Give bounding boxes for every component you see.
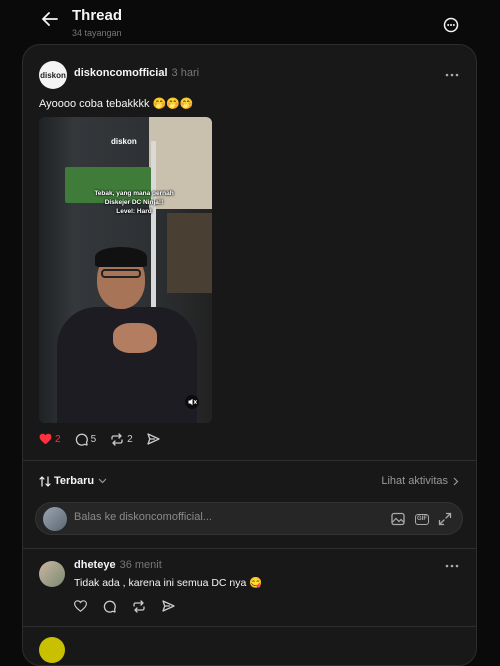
reply-input[interactable] <box>74 511 374 523</box>
repost-button[interactable]: 2 <box>110 432 133 446</box>
sort-icon <box>39 475 51 487</box>
heart-icon[interactable] <box>74 600 87 612</box>
post-text: Ayoooo coba tebakkkk 🤭🤭🤭 <box>39 98 194 110</box>
comment-icon[interactable] <box>103 600 116 613</box>
comment-icon <box>75 433 88 446</box>
video-shelves <box>167 213 212 293</box>
post-username-label: diskoncomofficial <box>74 67 168 79</box>
top-bar: Thread 34 tayangan <box>0 0 500 44</box>
view-count: 34 tayangan <box>72 28 122 38</box>
chevron-down-icon <box>98 478 107 484</box>
expand-icon[interactable] <box>437 511 453 527</box>
video-person-hands <box>113 323 157 353</box>
send-icon <box>147 433 160 445</box>
sort-label: Terbaru <box>54 475 95 487</box>
video-person-cap <box>95 247 147 267</box>
comment-actions <box>74 600 191 613</box>
view-activity-link[interactable]: Lihat aktivitas <box>381 475 459 487</box>
avatar-logo-text: diskon <box>40 70 66 80</box>
comment-username[interactable]: dheteye 36 menit <box>74 559 162 571</box>
post-actions: 2 5 2 <box>39 431 177 447</box>
post-video[interactable]: diskon Tebak, yang mana pernah Diskejer … <box>39 117 212 423</box>
user-avatar <box>43 507 67 531</box>
video-watermark: diskon <box>111 137 137 146</box>
comment-text: Tidak ada , karena ini semua DC nya 😋 <box>74 577 263 589</box>
post-time: 3 hari <box>171 67 200 79</box>
image-icon[interactable] <box>390 511 406 527</box>
overlay-line-2: Diskejer DC Ninja!! <box>104 199 164 206</box>
like-button[interactable]: 2 <box>39 433 61 445</box>
chevron-right-icon <box>453 477 459 485</box>
repost-icon <box>111 432 123 446</box>
comment-more-icon[interactable] <box>443 560 461 572</box>
divider <box>23 626 476 627</box>
comment-avatar[interactable] <box>39 561 65 587</box>
like-count: 2 <box>55 433 61 445</box>
gif-button[interactable]: GIF <box>414 511 430 527</box>
reply-composer[interactable]: GIF <box>35 502 463 535</box>
thread-panel: diskon diskoncomofficial 3 hari Ayoooo co… <box>22 44 477 666</box>
video-pole <box>151 141 156 311</box>
post-avatar[interactable]: diskon <box>39 61 67 89</box>
arrow-left-icon <box>42 12 58 26</box>
comment-button[interactable]: 5 <box>75 433 97 446</box>
more-options-icon[interactable] <box>441 15 461 35</box>
repost-count: 2 <box>127 433 133 445</box>
divider <box>23 548 476 549</box>
mute-icon[interactable] <box>185 395 199 409</box>
divider <box>23 460 476 461</box>
activity-label: Lihat aktivitas <box>381 475 448 487</box>
repost-icon[interactable] <box>132 600 146 613</box>
page-title: Thread <box>72 7 123 24</box>
overlay-line-3: Level: Hard <box>116 208 152 215</box>
next-comment-avatar[interactable] <box>39 637 65 663</box>
comment-time: 36 menit <box>119 559 162 571</box>
gif-icon: GIF <box>415 513 429 525</box>
share-button[interactable] <box>147 433 163 445</box>
send-icon[interactable] <box>162 600 175 612</box>
sort-dropdown[interactable]: Terbaru <box>39 475 107 487</box>
comment-count: 5 <box>90 433 97 445</box>
post-more-icon[interactable] <box>443 69 461 81</box>
overlay-line-1: Tebak, yang mana pernah <box>94 190 174 197</box>
post-username[interactable]: diskoncomofficial 3 hari <box>74 67 199 79</box>
back-button[interactable] <box>36 6 64 32</box>
heart-filled-icon <box>39 433 52 445</box>
video-overlay-text: Tebak, yang mana pernah Diskejer DC Ninj… <box>79 189 189 216</box>
comment-username-label: dheteye <box>74 559 116 571</box>
video-person-glasses <box>101 269 141 278</box>
